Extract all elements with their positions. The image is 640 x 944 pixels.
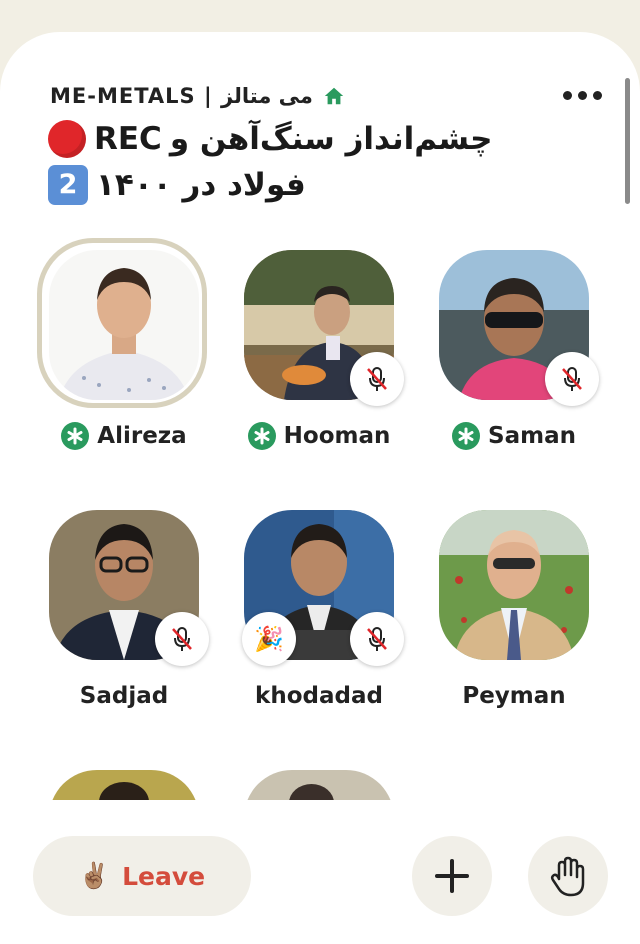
speaker-avatar-wrap: 🎉 xyxy=(242,510,404,666)
speaker-name: Alireza xyxy=(97,423,187,449)
more-icon-dot xyxy=(578,90,587,100)
speaker-avatar-wrap xyxy=(244,250,404,406)
speaker-tile[interactable]: Sadjad xyxy=(26,510,216,760)
speaker-tile[interactable]: Alireza xyxy=(26,238,216,500)
mic-off-icon xyxy=(367,367,387,391)
muted-badge xyxy=(155,612,209,666)
avatar[interactable] xyxy=(49,250,199,400)
moderator-asterisk-icon xyxy=(61,422,90,450)
room-title: REC چشم‌انداز سنگ‌آهن و 2 فولاد در ۱۴۰۰ xyxy=(48,116,508,208)
speaker-avatar-wrap xyxy=(49,510,209,666)
speaker-name-row: Saman xyxy=(416,418,612,454)
rec-label: REC xyxy=(94,121,162,157)
moderator-asterisk-icon xyxy=(247,422,276,450)
leave-label: Leave xyxy=(122,861,206,891)
speaker-name-row: Alireza xyxy=(26,418,222,454)
mic-off-icon xyxy=(367,627,387,651)
room-title-line-2: 2 فولاد در ۱۴۰۰ xyxy=(48,162,508,208)
speaker-tile[interactable]: Saman xyxy=(416,250,606,500)
muted-badge xyxy=(545,352,599,406)
avatar-partial[interactable] xyxy=(244,770,394,804)
moderator-asterisk-icon xyxy=(452,422,481,450)
speaker-name: Peyman xyxy=(462,683,566,709)
muted-badge xyxy=(350,612,404,666)
club-header[interactable]: ME-METALS | می متالز xyxy=(50,82,345,110)
more-icon-dot xyxy=(593,90,602,100)
room-title-text-1: چشم‌انداز سنگ‌آهن و xyxy=(169,121,493,157)
speaker-name: Sadjad xyxy=(79,683,169,709)
avatar[interactable] xyxy=(439,510,589,660)
speaker-name-row: Peyman xyxy=(416,678,612,714)
hand-icon xyxy=(550,856,585,897)
plus-icon xyxy=(435,859,469,893)
room-title-text-2: فولاد در ۱۴۰۰ xyxy=(96,167,306,203)
keycap-number-badge: 2 xyxy=(48,165,88,205)
scrollbar[interactable] xyxy=(625,78,630,204)
speaker-avatar-wrap xyxy=(439,250,599,406)
more-icon-dot xyxy=(563,90,572,100)
speaker-tile[interactable]: Peyman xyxy=(416,510,606,760)
avatar-partial[interactable] xyxy=(49,770,199,804)
mic-off-icon xyxy=(562,367,582,391)
add-button[interactable] xyxy=(412,836,492,916)
room-title-line-1: REC چشم‌انداز سنگ‌آهن و xyxy=(48,116,508,162)
victory-hand-icon: ✌🏽 xyxy=(78,861,111,890)
speaker-name: khodadad xyxy=(255,683,383,709)
speaker-tile[interactable]: 🎉 khodadad xyxy=(221,510,411,760)
mic-off-icon xyxy=(172,627,192,651)
speaker-tile[interactable]: Hooman xyxy=(221,250,411,500)
speaker-name: Saman xyxy=(488,423,576,449)
leave-button[interactable]: ✌🏽 Leave xyxy=(33,836,251,916)
speaker-name-row: Hooman xyxy=(221,418,417,454)
speaker-name: Hooman xyxy=(283,423,391,449)
raise-hand-button[interactable] xyxy=(528,836,608,916)
party-popper-icon: 🎉 xyxy=(242,612,296,666)
home-icon xyxy=(324,87,344,105)
speaker-name-row: Sadjad xyxy=(26,678,222,714)
muted-badge xyxy=(350,352,404,406)
more-button[interactable] xyxy=(563,82,602,108)
red-circle-icon xyxy=(48,120,86,158)
speaker-avatar-wrap xyxy=(439,510,589,660)
speaker-name-row: khodadad xyxy=(221,678,417,714)
speaker-avatar-wrap xyxy=(37,238,207,408)
club-name[interactable]: ME-METALS | می متالز xyxy=(50,84,313,108)
